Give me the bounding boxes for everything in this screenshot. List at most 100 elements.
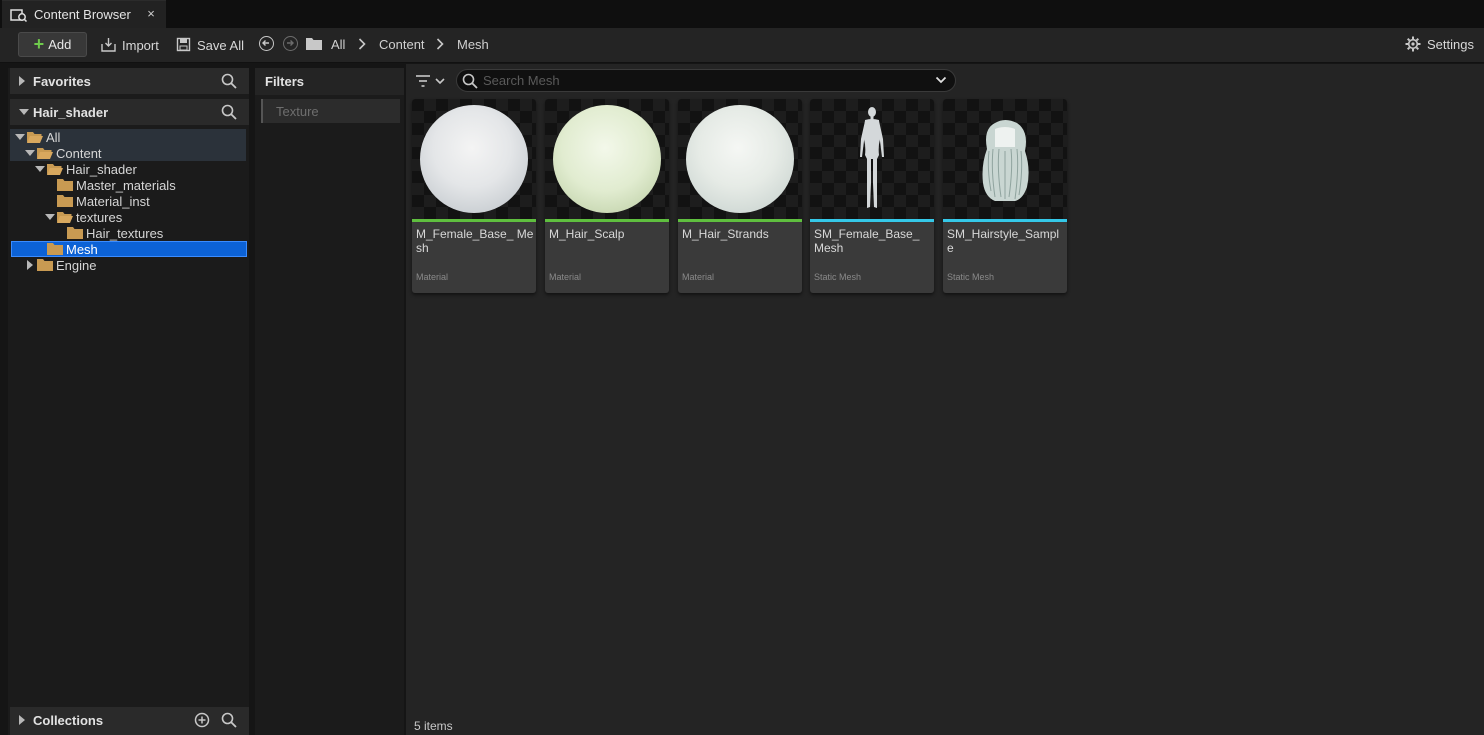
filters-title: Filters [265,74,305,89]
caret-down-icon[interactable] [19,109,29,115]
filter-chip-texture[interactable]: Texture [261,99,400,123]
add-button-label: Add [48,37,72,52]
tree-label: All [46,130,61,145]
folder-icon [37,259,53,271]
asset-view: M_Female_Base_ Mesh Material M_Hair_Scal… [406,64,1484,735]
chevron-down-icon [435,78,445,85]
chevron-down-icon[interactable] [935,75,947,85]
asset-type: Material [416,272,449,282]
tree-item-material-inst[interactable]: Material_inst [10,193,246,209]
hairstyle-icon [982,120,1029,201]
tree-item-all[interactable]: All [10,129,246,146]
folder-icon [57,195,73,207]
save-all-button[interactable]: Save All [176,35,244,55]
add-button[interactable]: + Add [18,32,87,57]
folder-icon [57,179,73,191]
caret-down-icon[interactable] [45,214,55,220]
asset-tile[interactable]: M_Hair_Strands Material [678,99,802,293]
material-sphere [553,105,661,213]
tree-label: Hair_textures [86,226,164,241]
asset-tile[interactable]: SM_Hairstyle_Sample Static Mesh [943,99,1067,293]
tree-label: Mesh [66,242,98,257]
import-button[interactable]: Import [101,35,159,55]
save-all-label: Save All [197,37,244,53]
settings-label: Settings [1427,36,1474,52]
content-browser-icon [10,9,28,22]
gear-icon [1405,36,1421,52]
favorites-label: Favorites [33,74,91,89]
search-icon [462,73,478,89]
toolbar: + Add Import Save All All Content Mesh S… [0,28,1484,63]
chevron-right-icon[interactable] [436,38,444,50]
asset-name: SM_Hairstyle_Sample [947,227,1060,255]
female-figure-icon [860,107,884,208]
asset-thumbnail [678,99,802,219]
folder-icon [67,227,83,239]
asset-type-bar [678,219,802,222]
settings-button[interactable]: Settings [1405,36,1474,52]
item-count: 5 items [414,719,453,733]
asset-name: SM_Female_Base_ Mesh [814,227,920,255]
forward-button[interactable] [283,36,298,51]
folder-icon[interactable] [306,37,322,50]
filter-dropdown[interactable] [416,73,448,89]
caret-down-icon[interactable] [35,166,45,172]
tab-content-browser[interactable]: Content Browser × [2,0,166,28]
project-header[interactable]: Hair_shader [10,99,249,125]
arrow-left-icon [262,40,269,46]
folder-icon [47,243,63,255]
caret-right-icon[interactable] [19,715,25,725]
tree-item-engine[interactable]: Engine [10,257,246,273]
chevron-right-icon[interactable] [358,38,366,50]
search-icon[interactable] [221,712,237,728]
import-icon [101,38,116,52]
tab-close-button[interactable]: × [144,6,158,21]
tree-item-hair-textures[interactable]: Hair_textures [10,225,246,241]
arrow-right-icon [287,40,294,46]
tree-label: Hair_shader [66,162,137,177]
asset-tile[interactable]: M_Hair_Scalp Material [545,99,669,293]
filter-chip-label: Texture [276,104,319,119]
asset-name: M_Hair_Strands [682,227,769,241]
search-field[interactable] [456,69,956,92]
asset-type-bar [545,219,669,222]
asset-thumbnail [943,99,1067,219]
tree-item-textures[interactable]: textures [10,209,246,225]
filters-header: Filters [255,68,404,95]
caret-right-icon[interactable] [27,260,33,270]
tab-title: Content Browser [34,7,131,22]
caret-down-icon[interactable] [25,150,35,156]
project-label: Hair_shader [33,105,109,120]
asset-type: Material [549,272,582,282]
add-circle-icon[interactable] [194,712,210,728]
breadcrumb-content[interactable]: Content [379,37,425,52]
asset-tile[interactable]: SM_Female_Base_ Mesh Static Mesh [810,99,934,293]
tree-label: Master_materials [76,178,176,193]
search-icon[interactable] [221,73,237,89]
folder-open-icon [37,148,53,159]
tree-item-mesh[interactable]: Mesh [11,241,247,257]
caret-right-icon[interactable] [19,76,25,86]
breadcrumb-all[interactable]: All [331,37,345,52]
asset-tile[interactable]: M_Female_Base_ Mesh Material [412,99,536,293]
breadcrumb-mesh[interactable]: Mesh [457,37,489,52]
search-icon[interactable] [221,104,237,120]
asset-type-bar [943,219,1067,222]
search-input[interactable] [483,72,923,89]
tree-label: textures [76,210,123,225]
filter-icon [416,75,430,87]
save-icon [176,37,191,52]
tree-item-content[interactable]: Content [10,145,246,161]
favorites-header[interactable]: Favorites [10,68,249,94]
asset-type: Static Mesh [947,272,995,282]
folder-open-icon [57,212,73,223]
caret-down-icon[interactable] [15,134,25,140]
tree-label: Engine [56,258,97,273]
back-button[interactable] [259,36,274,51]
tree-item-master-materials[interactable]: Master_materials [10,177,246,193]
asset-name: M_Female_Base_ Mesh [416,227,534,255]
collections-label: Collections [33,713,104,728]
collections-header[interactable]: Collections [10,707,249,735]
tree-item-hair-shader[interactable]: Hair_shader [10,161,246,177]
asset-type: Material [682,272,715,282]
